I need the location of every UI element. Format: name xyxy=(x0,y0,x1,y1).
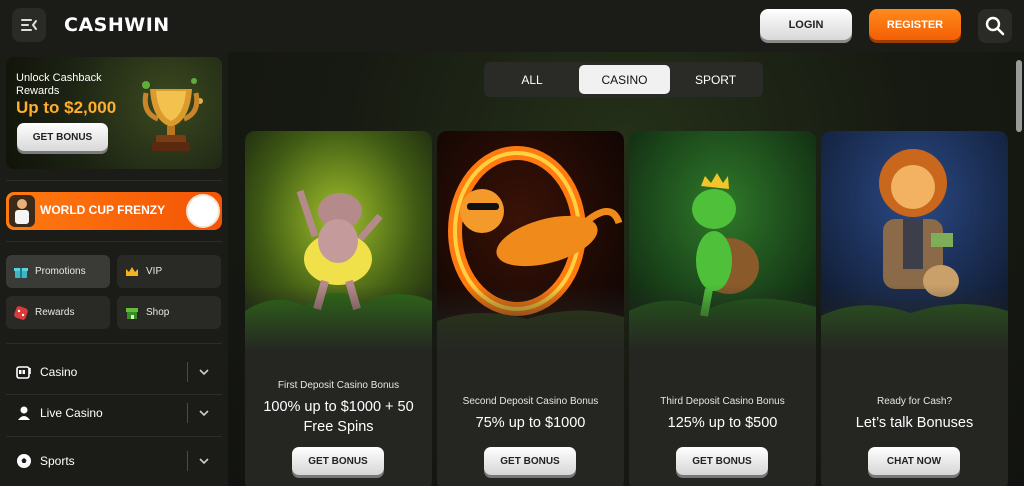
hippo-illustration xyxy=(245,131,432,351)
card-headline: 100% up to $1000 + 50 xyxy=(263,399,414,415)
slot-machine-icon xyxy=(16,364,32,380)
search-icon xyxy=(985,16,1005,36)
brand-logo[interactable]: CASHWIN xyxy=(64,14,170,36)
bonus-card-third-deposit[interactable]: Third Deposit Casino Bonus 125% up to $5… xyxy=(629,131,816,486)
card-headline: Let’s talk Bonuses xyxy=(855,415,974,431)
dealer-icon xyxy=(16,405,32,421)
promo-get-bonus-button[interactable]: GET BONUS xyxy=(17,123,108,151)
bonus-card-chat[interactable]: Ready for Cash? Let’s talk Bonuses CHAT … xyxy=(821,131,1008,486)
top-header: CASHWIN LOGIN REGISTER xyxy=(0,0,1024,52)
divider xyxy=(6,180,222,181)
world-cup-label: WORLD CUP FRENZY xyxy=(40,203,166,217)
bonus-card-second-deposit[interactable]: Second Deposit Casino Bonus 75% up to $1… xyxy=(437,131,624,486)
chat-now-button[interactable]: CHAT NOW xyxy=(868,447,960,475)
category-tabs: ALL CASINO SPORT xyxy=(484,62,763,97)
login-button[interactable]: LOGIN xyxy=(760,9,852,40)
divider xyxy=(187,403,188,423)
nav-label: Live Casino xyxy=(40,406,103,420)
tile-shop[interactable]: Shop xyxy=(117,296,221,329)
tile-promotions[interactable]: Promotions xyxy=(6,255,110,288)
player-icon xyxy=(9,195,35,227)
world-cup-frenzy-banner[interactable]: WORLD CUP FRENZY xyxy=(6,192,222,230)
cashback-promo-card[interactable]: Unlock Cashback Rewards Up to $2,000 GET… xyxy=(6,57,222,169)
tile-label: Rewards xyxy=(35,307,75,318)
search-button[interactable] xyxy=(978,9,1012,43)
turtle-illustration xyxy=(629,131,816,351)
soccer-ball-icon xyxy=(186,194,220,228)
divider xyxy=(6,343,222,344)
chevron-down-icon[interactable] xyxy=(198,407,210,419)
sidebar: Unlock Cashback Rewards Up to $2,000 GET… xyxy=(0,52,228,486)
get-bonus-button[interactable]: GET BONUS xyxy=(484,447,576,475)
tile-rewards[interactable]: Rewards xyxy=(6,296,110,329)
page-scrollbar[interactable] xyxy=(1016,60,1022,132)
menu-collapse-button[interactable] xyxy=(12,8,46,42)
nav-label: Sports xyxy=(40,454,75,468)
card-subtitle: Third Deposit Casino Bonus xyxy=(660,396,785,407)
trophy-icon xyxy=(142,78,203,151)
divider xyxy=(187,362,188,382)
get-bonus-button[interactable]: GET BONUS xyxy=(292,447,384,475)
card-subtitle: Ready for Cash? xyxy=(876,396,953,407)
crown-icon xyxy=(125,265,139,279)
get-bonus-button[interactable]: GET BONUS xyxy=(676,447,768,475)
nav-label: Casino xyxy=(40,365,78,379)
chevron-down-icon[interactable] xyxy=(198,366,210,378)
card-subtitle: First Deposit Casino Bonus xyxy=(277,380,400,391)
tile-label: Promotions xyxy=(35,266,86,277)
tab-sport[interactable]: SPORT xyxy=(672,65,759,94)
promo-amount: Up to $2,000 xyxy=(16,98,117,117)
register-button[interactable]: REGISTER xyxy=(869,9,961,40)
card-headline: 125% up to $500 xyxy=(667,415,778,431)
tile-vip[interactable]: VIP xyxy=(117,255,221,288)
promo-title: Unlock Cashback Rewards xyxy=(16,72,102,97)
card-headline-line2: Free Spins xyxy=(303,419,374,435)
tab-casino[interactable]: CASINO xyxy=(579,65,670,94)
menu-collapse-icon xyxy=(21,19,37,31)
divider xyxy=(6,436,222,437)
divider xyxy=(6,241,222,242)
nav-live-casino[interactable]: Live Casino xyxy=(6,395,222,431)
shop-icon xyxy=(125,306,139,320)
chevron-down-icon[interactable] xyxy=(198,455,210,467)
gift-icon xyxy=(14,265,28,279)
lion-illustration xyxy=(821,131,1008,351)
dice-icon xyxy=(14,305,28,320)
tile-label: VIP xyxy=(146,266,163,277)
nav-sports[interactable]: Sports xyxy=(6,443,222,479)
tile-label: Shop xyxy=(146,307,170,318)
nav-casino[interactable]: Casino xyxy=(6,354,222,390)
tab-all[interactable]: ALL xyxy=(488,65,576,94)
card-subtitle: Second Deposit Casino Bonus xyxy=(462,396,599,407)
tiger-illustration xyxy=(437,131,624,351)
divider xyxy=(187,451,188,471)
main-content: ALL CASINO SPORT First Deposit Casino Bo… xyxy=(228,52,1024,486)
bonus-card-first-deposit[interactable]: First Deposit Casino Bonus 100% up to $1… xyxy=(245,131,432,486)
card-headline: 75% up to $1000 xyxy=(475,415,586,431)
soccer-ball-icon xyxy=(16,453,32,469)
